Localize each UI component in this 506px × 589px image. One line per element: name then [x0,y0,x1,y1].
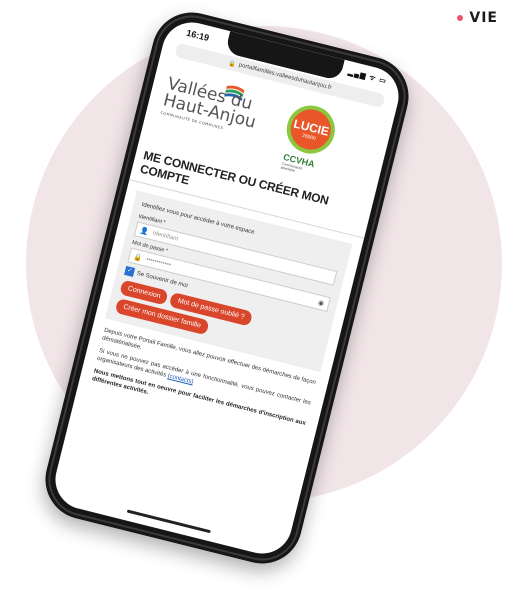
password-value: •••••••••••• [145,256,172,269]
corner-tag-label: VIE [469,10,498,26]
identifier-placeholder: Identifiant [152,230,179,243]
lucie-label-logo: LUCIE 26000 [281,100,340,159]
lock-icon: 🔒 [227,60,237,68]
ccvha-logo: CCVHA Communauté labellisée [280,152,315,177]
lock-icon: 🔒 [132,253,144,263]
user-icon: 👤 [139,226,150,236]
status-time: 16:19 [185,27,211,44]
corner-tag: VIE [457,10,498,26]
phone-mockup: 16:19 ▂▄▆ ᯤ ▭ 🔒 portailfamilles.valleesd… [36,4,418,572]
tag-dot-icon [457,15,464,21]
vdh-logo: Vallées du Haut-Anjou COMMUNAUTÉ DE COMM… [160,74,262,138]
remember-checkbox[interactable]: ✓ [124,265,136,277]
signal-wifi-battery-icon: ▂▄▆ ᯤ ▭ [347,69,388,86]
eye-icon[interactable]: ◉ [317,298,325,307]
